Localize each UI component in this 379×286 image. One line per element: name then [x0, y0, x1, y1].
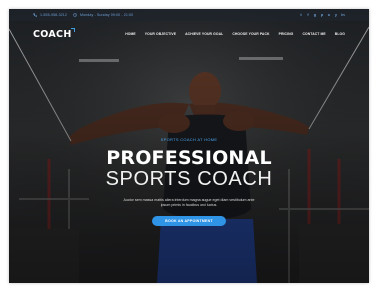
- nav-item-pricing[interactable]: PRICING: [279, 32, 294, 36]
- page-frame: 1-555-958-3212 Monday - Sunday 09:00 - 2…: [9, 9, 369, 283]
- instagram-icon[interactable]: o: [327, 13, 331, 17]
- book-appointment-button[interactable]: BOOK AN APPOINTMENT: [152, 216, 226, 227]
- google-plus-icon[interactable]: g: [313, 13, 317, 17]
- main-nav: HOME YOUR OBJECTIVE ACHIEVE YOUR GOAL CH…: [125, 32, 345, 36]
- site-header: COACH HOME YOUR OBJECTIVE ACHIEVE YOUR G…: [9, 21, 369, 47]
- top-bar: 1-555-958-3212 Monday - Sunday 09:00 - 2…: [9, 9, 369, 21]
- nav-item-choose-your-pack[interactable]: CHOOSE YOUR PACK: [232, 32, 269, 36]
- nav-item-home[interactable]: HOME: [125, 32, 136, 36]
- nav-item-your-objective[interactable]: YOUR OBJECTIVE: [145, 32, 176, 36]
- top-bar-contact: 1-555-958-3212 Monday - Sunday 09:00 - 2…: [33, 13, 133, 17]
- site-logo[interactable]: COACH: [33, 27, 75, 40]
- pinterest-icon[interactable]: p: [320, 13, 324, 17]
- linkedin-icon[interactable]: in: [341, 13, 345, 17]
- social-links: t f g p o y in: [299, 13, 345, 17]
- facebook-icon[interactable]: f: [306, 13, 310, 17]
- hero-kicker: SPORTS COACH AT HOME: [160, 137, 218, 142]
- nav-item-blog[interactable]: BLOG: [335, 32, 345, 36]
- nav-item-achieve-your-goal[interactable]: ACHIEVE YOUR GOAL: [185, 32, 223, 36]
- hero-content: SPORTS COACH AT HOME PROFESSIONAL SPORTS…: [9, 137, 369, 227]
- hero-description: Auctor sem massa mattis aliera interdum …: [123, 198, 255, 208]
- logo-text: COACH: [33, 28, 72, 40]
- clock-icon: [73, 13, 77, 17]
- twitter-icon[interactable]: t: [299, 13, 303, 17]
- hero-subhead: SPORTS COACH: [105, 168, 273, 190]
- nav-item-contact-me[interactable]: CONTACT ME: [302, 32, 325, 36]
- youtube-icon[interactable]: y: [334, 13, 338, 17]
- phone-number[interactable]: 1-555-958-3212: [40, 13, 67, 17]
- phone-icon: [33, 13, 37, 17]
- logo-accent-mark: [70, 27, 75, 32]
- opening-hours: Monday - Sunday 09:00 - 21:00: [79, 13, 134, 17]
- hero-headline: PROFESSIONAL: [106, 147, 272, 169]
